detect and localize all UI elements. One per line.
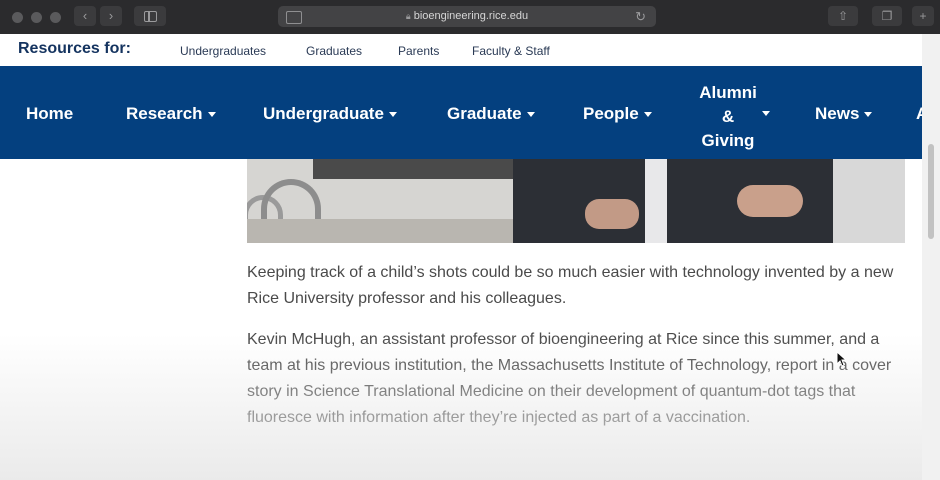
- forward-icon[interactable]: ›: [100, 6, 122, 26]
- new-tab-icon[interactable]: +: [912, 6, 934, 26]
- maximize-window-icon[interactable]: [50, 12, 61, 23]
- nav-people-label: People: [583, 104, 639, 123]
- resources-link-faculty-staff[interactable]: Faculty & Staff: [472, 44, 550, 58]
- nav-research[interactable]: Research: [126, 104, 216, 124]
- nav-research-label: Research: [126, 104, 203, 123]
- scrollbar-thumb[interactable]: [928, 144, 934, 239]
- mouse-cursor-icon: [836, 351, 846, 367]
- nav-home-label: Home: [26, 104, 74, 123]
- photo-table: [247, 219, 517, 243]
- nav-news-label: News: [815, 104, 860, 123]
- photo-screen: [313, 159, 513, 179]
- caret-down-icon: [643, 112, 652, 118]
- nav-undergraduate-label: Undergraduate: [263, 104, 384, 123]
- nav-alumni-giving[interactable]: Alumni & Giving: [696, 81, 760, 153]
- nav-alumni-line-3: Giving: [701, 131, 755, 150]
- nav-alumni-line-2: &: [721, 107, 735, 126]
- article-photo: [247, 159, 905, 243]
- caret-down-icon: [864, 112, 873, 118]
- reload-icon[interactable]: ↻: [635, 9, 646, 25]
- lock-icon: 🔒︎: [405, 11, 411, 21]
- caret-down-icon: [762, 111, 770, 116]
- back-icon[interactable]: ‹: [74, 6, 96, 26]
- nav-graduate[interactable]: Graduate: [447, 104, 535, 124]
- minimize-window-icon[interactable]: [31, 12, 42, 23]
- nav-people[interactable]: People: [583, 104, 652, 124]
- article-body: Keeping track of a child’s shots could b…: [247, 260, 897, 446]
- close-window-icon[interactable]: [12, 12, 23, 23]
- nav-undergraduate[interactable]: Undergraduate: [263, 104, 397, 124]
- photo-hand: [585, 199, 639, 229]
- resources-link-undergraduates[interactable]: Undergraduates: [180, 44, 266, 58]
- caret-down-icon: [207, 112, 216, 118]
- article-paragraph: Keeping track of a child’s shots could b…: [247, 264, 894, 307]
- page-scrollbar[interactable]: [922, 34, 940, 480]
- share-icon[interactable]: ⇧: [828, 6, 858, 26]
- resources-link-graduates[interactable]: Graduates: [306, 44, 362, 58]
- nav-graduate-label: Graduate: [447, 104, 522, 123]
- article-paragraph: Kevin McHugh, an assistant professor of …: [247, 331, 892, 426]
- caret-down-icon: [526, 112, 535, 118]
- sidebar-toggle-icon[interactable]: [134, 6, 166, 26]
- web-page: Resources for: Undergraduates Graduates …: [0, 34, 922, 480]
- browser-toolbar: ‹ › 🔒︎ bioengineering.rice.edu ↻ ⇧ ❐ +: [0, 0, 940, 34]
- nav-news[interactable]: News: [815, 104, 873, 124]
- photo-shirt: [645, 159, 667, 243]
- resources-bar: Resources for: Undergraduates Graduates …: [0, 34, 922, 66]
- caret-down-icon: [388, 112, 397, 118]
- nav-home[interactable]: Home: [26, 104, 73, 124]
- nav-alumni-line-1: Alumni: [699, 83, 757, 102]
- resources-title: Resources for:: [18, 40, 131, 57]
- resources-link-parents[interactable]: Parents: [398, 44, 439, 58]
- address-bar[interactable]: 🔒︎ bioengineering.rice.edu ↻: [278, 6, 656, 27]
- url-text: bioengineering.rice.edu: [413, 10, 529, 22]
- photo-wall: [833, 159, 905, 243]
- main-navigation: Home Research Undergraduate Graduate Peo…: [0, 66, 922, 159]
- photo-hand: [737, 185, 803, 217]
- tabs-icon[interactable]: ❐: [872, 6, 902, 26]
